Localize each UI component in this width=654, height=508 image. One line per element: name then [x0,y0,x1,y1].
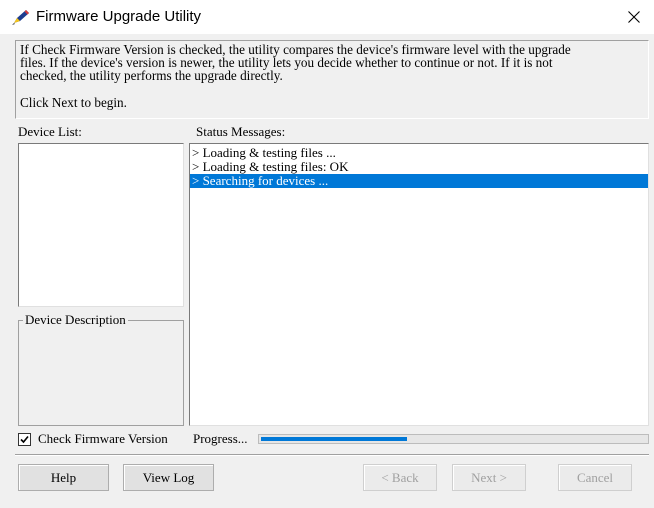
description-box: If Check Firmware Version is checked, th… [15,40,649,119]
view-log-button[interactable]: View Log [123,464,214,491]
close-button[interactable] [614,0,654,34]
device-list-label: Device List: [18,124,82,139]
next-button[interactable]: Next > [452,464,526,491]
status-message-item-selected[interactable]: > Searching for devices ... [190,174,648,188]
description-line: checked, the utility performs the upgrad… [20,68,283,83]
close-icon[interactable] [628,11,640,23]
status-messages-list[interactable]: > Loading & testing files ... > Loading … [189,143,649,426]
device-description-group: Device Description [18,312,184,426]
progress-fill [261,437,407,441]
device-list[interactable] [18,143,184,307]
title-bar: Firmware Upgrade Utility [0,0,654,34]
window-title: Firmware Upgrade Utility [36,8,202,25]
checkmark-icon [20,435,29,444]
checkbox-box[interactable] [18,433,31,446]
status-message-item[interactable]: > Loading & testing files: OK [190,160,648,174]
status-message-item[interactable]: > Loading & testing files ... [190,146,648,160]
separator [15,454,649,456]
status-messages-label: Status Messages: [196,124,286,139]
back-button[interactable]: < Back [363,464,437,491]
device-description-label: Device Description [23,312,128,328]
cancel-button[interactable]: Cancel [558,464,632,491]
progress-label: Progress... [193,431,248,446]
check-firmware-version-label: Check Firmware Version [38,431,168,446]
progress-bar [258,434,649,444]
pencil-icon [12,9,30,25]
begin-instruction: Click Next to begin. [20,95,127,110]
help-button[interactable]: Help [18,464,109,491]
